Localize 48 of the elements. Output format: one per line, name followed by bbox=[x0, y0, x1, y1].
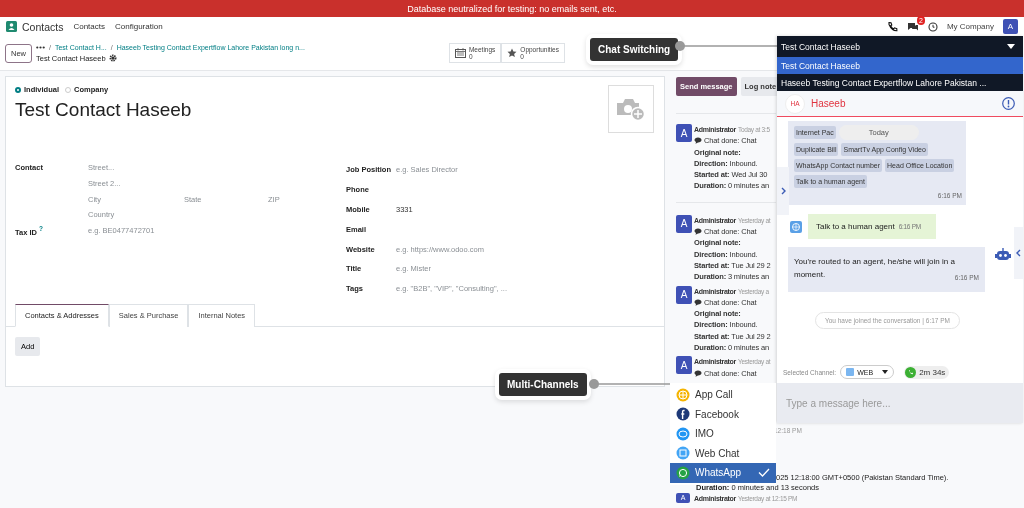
clock-icon[interactable] bbox=[927, 21, 938, 32]
chat-bubble-icon bbox=[676, 426, 690, 441]
phone-icon[interactable] bbox=[886, 21, 898, 32]
chevron-right-icon bbox=[780, 187, 786, 195]
channel-option[interactable]: IMO bbox=[670, 424, 776, 444]
notice-banner: Database neutralized for testing: no emails sent, etc. bbox=[0, 0, 1024, 17]
channel-option[interactable]: Facebook bbox=[670, 404, 776, 424]
caret-icon bbox=[1007, 44, 1015, 49]
conversation-option[interactable]: Haseeb Testing Contact Expertflow Lahore Pakistan ... bbox=[777, 74, 1023, 91]
caret-icon bbox=[882, 370, 889, 374]
calendar-icon bbox=[454, 48, 466, 58]
phone-icon bbox=[905, 366, 917, 378]
info-icon[interactable] bbox=[1002, 97, 1015, 110]
app-name[interactable]: Contacts bbox=[22, 20, 64, 33]
contact-name: Haseeb bbox=[811, 98, 846, 109]
robot-icon bbox=[995, 247, 1011, 262]
camera-plus-icon bbox=[616, 97, 646, 121]
message-input[interactable]: Type a message here... bbox=[777, 383, 1023, 423]
comment-icon bbox=[694, 369, 702, 377]
contacts-app-icon[interactable] bbox=[6, 21, 17, 32]
check-icon bbox=[758, 468, 770, 478]
globe-icon bbox=[676, 387, 690, 402]
menu-item[interactable]: Configuration bbox=[115, 22, 163, 31]
menu-item[interactable]: Contacts bbox=[73, 22, 105, 31]
comment-icon bbox=[694, 299, 702, 306]
author-avatar: A bbox=[676, 124, 692, 142]
star-icon bbox=[507, 48, 518, 58]
comment-icon bbox=[694, 228, 702, 236]
facebook-icon bbox=[676, 407, 690, 422]
more-icon[interactable] bbox=[36, 45, 45, 49]
company-switcher[interactable]: My Company bbox=[946, 22, 994, 31]
contact-name[interactable]: Test Contact Haseeb bbox=[15, 99, 192, 121]
whatsapp-icon bbox=[676, 465, 690, 480]
message-input-text[interactable]: Type a message here... bbox=[784, 396, 1008, 410]
call-timer: 2m 34s bbox=[904, 365, 950, 379]
author-avatar: A bbox=[676, 285, 692, 304]
author-avatar: A bbox=[676, 356, 692, 375]
conversation-dropdown[interactable]: Test Contact Haseeb bbox=[777, 36, 1023, 57]
channel-option[interactable]: Web Chat bbox=[670, 443, 776, 463]
chat-icon[interactable] bbox=[906, 21, 919, 32]
conversation-option[interactable]: Test Contact Haseeb bbox=[777, 57, 1023, 74]
channel-option[interactable]: WhatsApp bbox=[670, 463, 776, 483]
channel-option[interactable]: App Call bbox=[670, 385, 776, 405]
settings-icon[interactable] bbox=[108, 54, 117, 62]
chevron-left-icon bbox=[1016, 249, 1021, 257]
comment-icon bbox=[694, 137, 702, 145]
user-avatar[interactable]: A bbox=[1003, 19, 1018, 34]
author-avatar: A bbox=[676, 214, 692, 233]
